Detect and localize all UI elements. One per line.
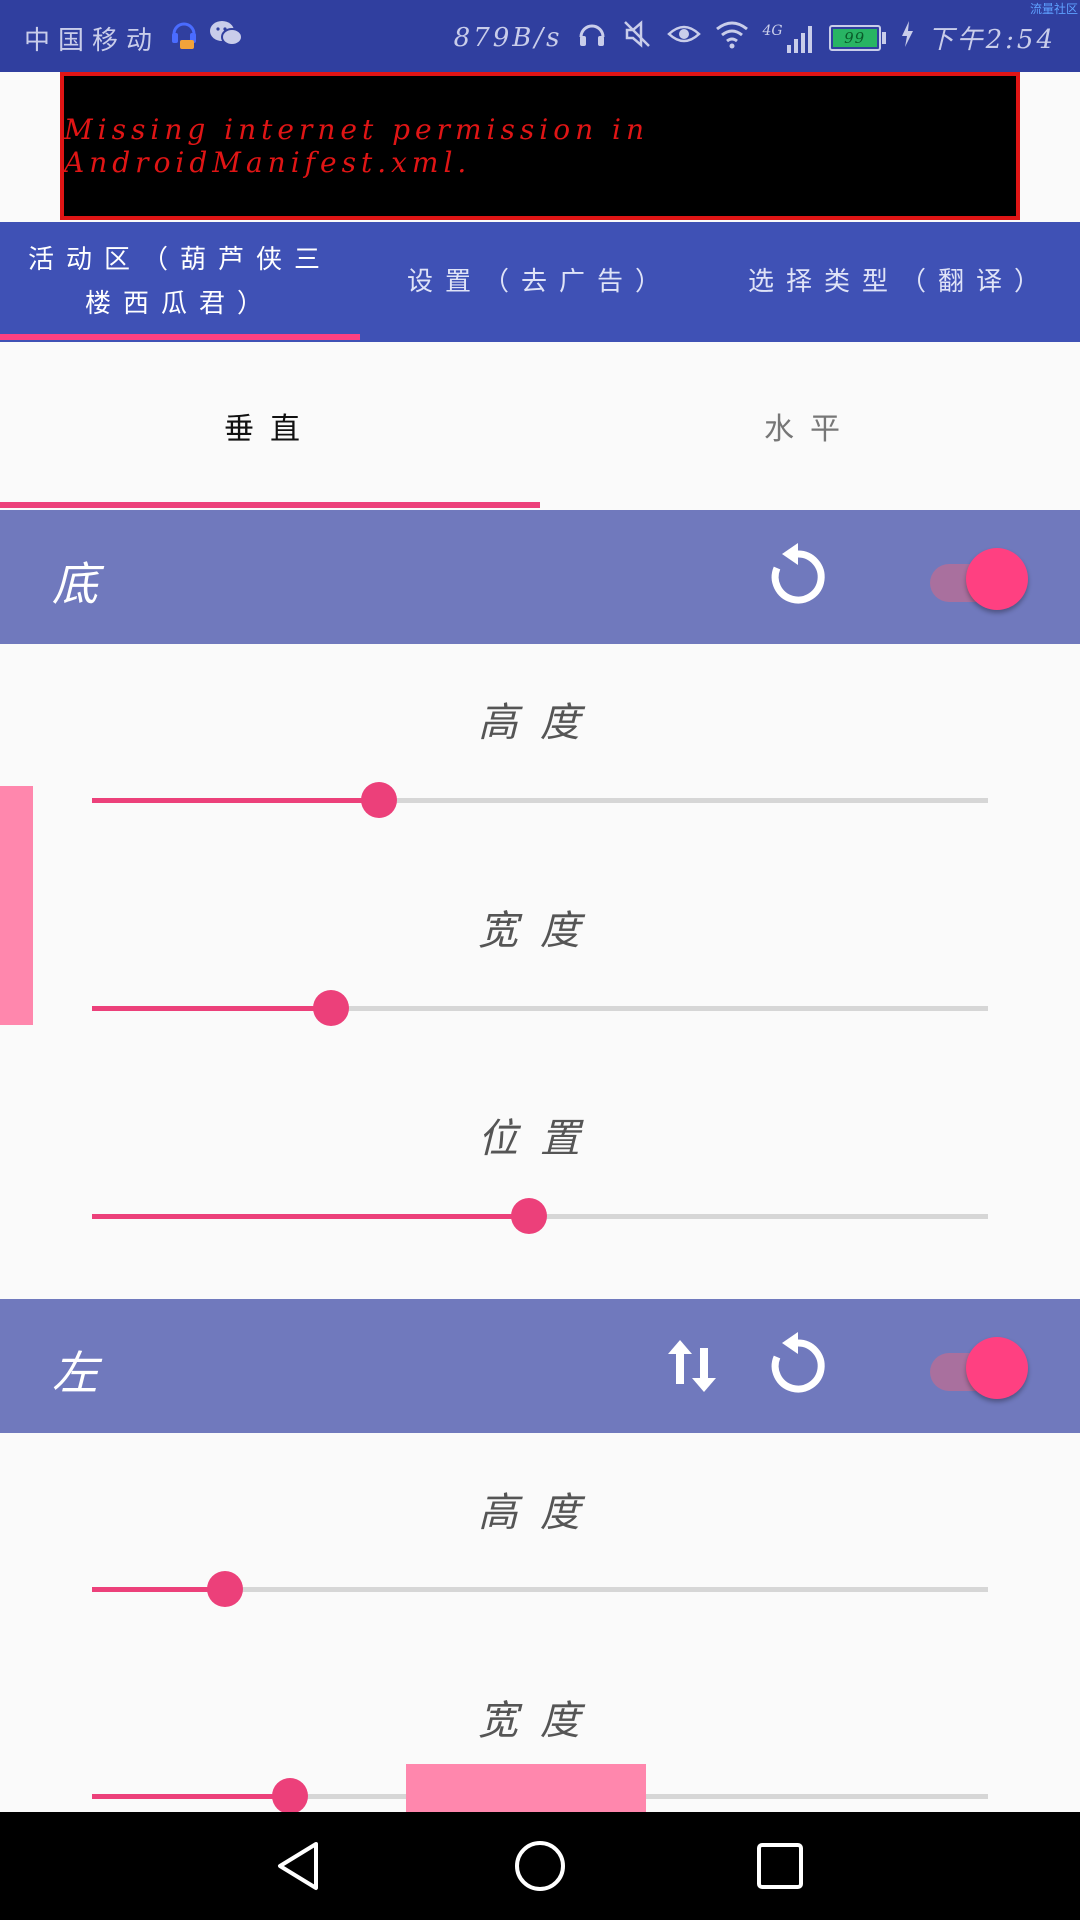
height-slider[interactable] [92,780,988,820]
reset-icon[interactable] [758,1326,838,1406]
slider-thumb[interactable] [272,1778,308,1814]
width-slider[interactable] [92,988,988,1028]
tab-select-type[interactable]: 选择类型（翻译） [720,222,1080,342]
section-toggle[interactable] [924,548,1030,610]
tab-settings[interactable]: 设置（去广告） [360,222,720,342]
headphones-icon [577,19,607,56]
wechat-icon [208,19,244,57]
wifi-icon [715,19,749,56]
eye-icon [666,21,701,54]
network-speed: 879B/s [453,22,563,53]
orientation-tab-bar: 垂直 水平 [0,342,1080,510]
mute-icon [621,18,653,57]
battery-icon: 99 [828,24,886,51]
subtab-indicator [0,502,540,508]
battery-level: 99 [832,28,877,47]
tab-horizontal[interactable]: 水平 [540,342,1080,510]
slider-thumb[interactable] [361,782,397,818]
clock: 下午2:54 [927,25,1056,55]
slider-thumb[interactable] [313,990,349,1026]
tab-activity[interactable]: 活动区（葫芦侠三 楼西瓜君） [0,222,360,342]
ad-banner-text: Missing internet permission in AndroidMa… [64,113,649,179]
slider-label-height: 高度 [478,1490,602,1536]
home-icon[interactable] [510,1836,570,1896]
navigation-bar [0,1812,1080,1920]
section-header-left: 左 [0,1299,1080,1433]
back-icon[interactable] [270,1836,330,1896]
signal-icon: 4G [763,23,815,53]
reset-icon[interactable] [758,537,838,617]
floating-overlay-bar [0,786,33,1025]
slider-thumb[interactable] [511,1198,547,1234]
position-slider[interactable] [92,1196,988,1236]
corner-tag: 流量社区 [1029,2,1078,16]
section-toggle[interactable] [924,1337,1030,1399]
slider-label-width: 宽度 [478,908,602,954]
section-header-bottom: 底 [0,510,1080,644]
carrier-label: 中国移动 [24,25,161,56]
height-slider[interactable] [92,1569,988,1609]
ad-banner[interactable]: Missing internet permission in AndroidMa… [60,72,1020,220]
section-title: 底 [52,557,98,611]
swap-vertical-icon[interactable] [652,1326,732,1406]
section-title: 左 [52,1346,98,1400]
floating-overlay-bar [406,1764,646,1812]
top-tab-bar: 活动区（葫芦侠三 楼西瓜君） 设置（去广告） 选择类型（翻译） [0,222,1080,342]
slider-label-width: 宽度 [478,1698,602,1744]
slider-thumb[interactable] [207,1571,243,1607]
status-bar: 中国移动 879B/s 4G 99 下午2:54 流量社区 [0,0,1080,72]
slider-label-position: 位置 [478,1116,602,1162]
recents-icon[interactable] [750,1836,810,1896]
slider-label-height: 高度 [478,700,602,746]
tab-vertical[interactable]: 垂直 [0,342,540,510]
headset-notification-icon [170,18,198,58]
charging-icon [900,20,914,55]
tab-indicator [0,334,360,340]
